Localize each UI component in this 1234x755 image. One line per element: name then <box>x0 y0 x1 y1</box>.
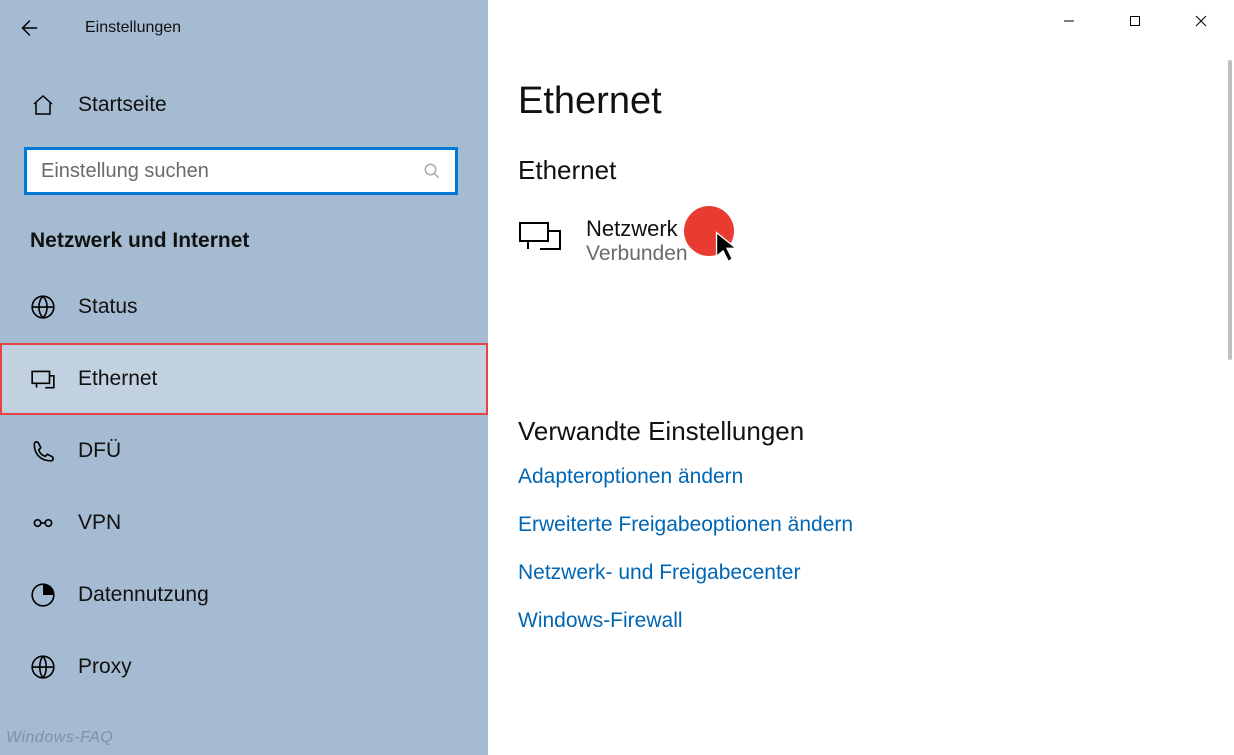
sidebar-item-ethernet[interactable]: Ethernet <box>0 343 488 415</box>
sidebar-home[interactable]: Startseite <box>0 75 488 135</box>
sidebar-item-label: Datennutzung <box>78 583 209 607</box>
sidebar-item-label: Ethernet <box>78 367 157 391</box>
header: Einstellungen <box>0 0 181 55</box>
search-box[interactable] <box>24 147 458 195</box>
page-title: Ethernet <box>518 80 1204 123</box>
sidebar-item-dfu[interactable]: DFÜ <box>0 415 488 487</box>
close-icon <box>1195 15 1207 27</box>
minimize-icon <box>1063 15 1075 27</box>
link-adapter-options[interactable]: Adapteroptionen ändern <box>518 465 743 489</box>
search-icon <box>423 162 441 180</box>
link-windows-firewall[interactable]: Windows-Firewall <box>518 609 683 633</box>
sidebar: Startseite Netzwerk und Internet Status … <box>0 0 488 755</box>
network-status: Verbunden <box>586 242 688 266</box>
link-advanced-sharing[interactable]: Erweiterte Freigabeoptionen ändern <box>518 513 853 537</box>
network-icon <box>518 219 566 264</box>
scrollbar[interactable] <box>1228 60 1232 360</box>
sidebar-section-title: Netzwerk und Internet <box>30 229 488 253</box>
vpn-icon <box>30 510 56 536</box>
window-controls <box>1036 0 1234 42</box>
sidebar-item-proxy[interactable]: Proxy <box>0 631 488 703</box>
link-network-center[interactable]: Netzwerk- und Freigabecenter <box>518 561 800 585</box>
network-labels: Netzwerk Verbunden <box>586 216 688 266</box>
minimize-button[interactable] <box>1036 0 1102 42</box>
search-input[interactable] <box>41 160 423 183</box>
back-button[interactable] <box>0 17 55 39</box>
app-title: Einstellungen <box>85 19 181 37</box>
sidebar-item-vpn[interactable]: VPN <box>0 487 488 559</box>
settings-window: Einstellungen Startseite Netzwerk und In… <box>0 0 1234 755</box>
home-icon <box>30 92 56 118</box>
proxy-icon <box>30 654 56 680</box>
sidebar-home-label: Startseite <box>78 93 167 117</box>
globe-icon <box>30 294 56 320</box>
network-name: Netzwerk <box>586 216 688 242</box>
content: Ethernet Ethernet Netzwerk Verbunden Ver… <box>488 0 1234 755</box>
maximize-button[interactable] <box>1102 0 1168 42</box>
sidebar-item-datennutzung[interactable]: Datennutzung <box>0 559 488 631</box>
related-settings-title: Verwandte Einstellungen <box>518 416 1204 447</box>
arrow-left-icon <box>17 17 39 39</box>
search-container <box>24 147 464 195</box>
sidebar-item-label: Proxy <box>78 655 132 679</box>
sidebar-item-label: Status <box>78 295 138 319</box>
page-subheading: Ethernet <box>518 155 1204 186</box>
data-usage-icon <box>30 582 56 608</box>
network-item[interactable]: Netzwerk Verbunden <box>518 216 688 266</box>
sidebar-nav: Status Ethernet DFÜ VPN <box>0 271 488 703</box>
close-button[interactable] <box>1168 0 1234 42</box>
ethernet-icon <box>30 366 56 392</box>
sidebar-item-label: DFÜ <box>78 439 121 463</box>
maximize-icon <box>1129 15 1141 27</box>
sidebar-item-label: VPN <box>78 511 121 535</box>
cursor-icon <box>713 230 741 269</box>
sidebar-item-status[interactable]: Status <box>0 271 488 343</box>
phone-icon <box>30 438 56 464</box>
